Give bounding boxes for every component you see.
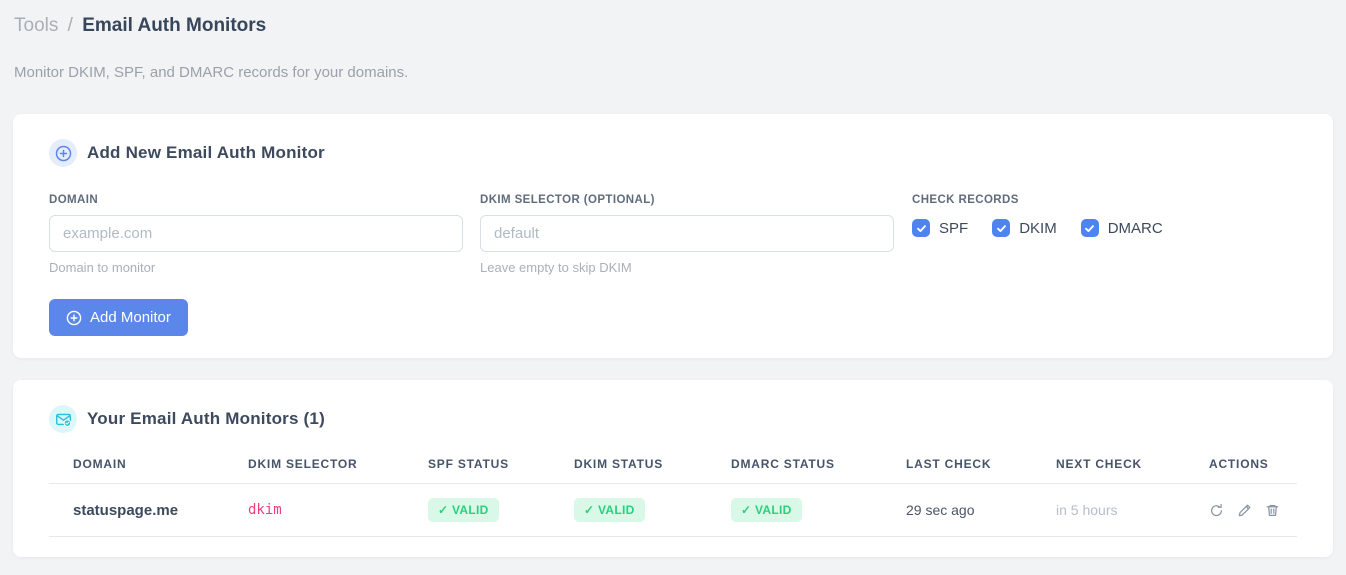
checkbox-dkim-box[interactable] xyxy=(992,219,1011,237)
column-header-actions: ACTIONS xyxy=(1185,447,1297,484)
table-row: statuspage.me dkim ✓ VALID ✓ VALID ✓ VAL… xyxy=(49,483,1297,537)
dkim-status-badge: ✓ VALID xyxy=(574,498,645,522)
envelope-check-icon xyxy=(49,405,77,433)
delete-button[interactable] xyxy=(1265,503,1280,518)
checkbox-dmarc-label: DMARC xyxy=(1107,219,1163,237)
column-header-dkim-selector: DKIM SELECTOR xyxy=(224,447,404,484)
monitors-table: DOMAIN DKIM SELECTOR SPF STATUS DKIM STA… xyxy=(49,447,1297,537)
dkim-selector-input[interactable] xyxy=(480,215,894,252)
add-monitor-card-header: Add New Email Auth Monitor xyxy=(49,139,1297,167)
page-header: Tools / Email Auth Monitors Monitor DKIM… xyxy=(0,0,1346,81)
trash-icon xyxy=(1266,504,1279,516)
dkim-selector-field-label: DKIM SELECTOR (OPTIONAL) xyxy=(480,194,655,206)
column-header-last-check: LAST CHECK xyxy=(882,447,1032,484)
column-header-dkim-status: DKIM STATUS xyxy=(550,447,707,484)
monitors-card-header: Your Email Auth Monitors (1) xyxy=(49,405,1297,433)
plus-circle-icon xyxy=(49,139,77,167)
pencil-icon xyxy=(1238,504,1251,516)
column-header-dmarc-status: DMARC STATUS xyxy=(707,447,882,484)
plus-circle-icon xyxy=(66,310,82,326)
monitor-last-check: 29 sec ago xyxy=(882,483,1032,537)
add-monitor-button-label: Add Monitor xyxy=(90,309,171,326)
spf-status-badge: ✓ VALID xyxy=(428,498,499,522)
checkbox-dmarc-box[interactable] xyxy=(1080,219,1099,237)
dkim-selector-field-hint: Leave empty to skip DKIM xyxy=(480,260,632,275)
monitor-domain: statuspage.me xyxy=(49,483,224,537)
breadcrumb-separator: / xyxy=(67,15,73,36)
column-header-spf-status: SPF STATUS xyxy=(404,447,550,484)
column-header-next-check: NEXT CHECK xyxy=(1032,447,1185,484)
table-header-row: DOMAIN DKIM SELECTOR SPF STATUS DKIM STA… xyxy=(49,447,1297,484)
add-monitor-card: Add New Email Auth Monitor DOMAIN Domain… xyxy=(13,114,1333,358)
refresh-button[interactable] xyxy=(1209,503,1224,518)
checkbox-spf-label: SPF xyxy=(939,219,969,237)
add-monitor-form: DOMAIN Domain to monitor DKIM SELECTOR (… xyxy=(49,194,1297,275)
checkbox-dkim[interactable]: DKIM xyxy=(992,219,1057,237)
monitors-card-title: Your Email Auth Monitors (1) xyxy=(87,409,325,428)
domain-field-hint: Domain to monitor xyxy=(49,260,156,275)
checkbox-dkim-label: DKIM xyxy=(1019,219,1057,237)
check-icon xyxy=(916,224,926,232)
page-subtitle: Monitor DKIM, SPF, and DMARC records for… xyxy=(14,64,409,81)
domain-field-label: DOMAIN xyxy=(49,194,99,206)
monitors-card: Your Email Auth Monitors (1) DOMAIN DKIM… xyxy=(13,380,1333,557)
monitor-dkim-selector: dkim xyxy=(224,483,404,537)
column-header-domain: DOMAIN xyxy=(49,447,224,484)
monitor-next-check: in 5 hours xyxy=(1032,483,1185,537)
check-records-row: SPF DKIM DMARC xyxy=(912,219,1187,237)
breadcrumb-tools-link[interactable]: Tools xyxy=(14,15,58,36)
breadcrumb: Tools / Email Auth Monitors xyxy=(14,12,1332,40)
add-monitor-card-title: Add New Email Auth Monitor xyxy=(87,143,325,162)
row-actions xyxy=(1209,503,1289,518)
checkbox-dmarc[interactable]: DMARC xyxy=(1080,219,1163,237)
check-records-group: CHECK RECORDS SPF DKIM DMARC xyxy=(912,194,1187,237)
page-title: Email Auth Monitors xyxy=(82,15,267,36)
check-icon xyxy=(996,224,1006,232)
domain-field-group: DOMAIN Domain to monitor xyxy=(49,194,463,275)
check-records-label: CHECK RECORDS xyxy=(912,194,1019,206)
checkbox-spf-box[interactable] xyxy=(912,219,930,237)
checkbox-spf[interactable]: SPF xyxy=(912,219,968,237)
domain-input[interactable] xyxy=(49,215,463,252)
add-monitor-button[interactable]: Add Monitor xyxy=(49,299,188,336)
check-icon xyxy=(1085,224,1095,232)
refresh-icon xyxy=(1211,503,1222,516)
edit-button[interactable] xyxy=(1237,503,1252,518)
dkim-selector-field-group: DKIM SELECTOR (OPTIONAL) Leave empty to … xyxy=(480,194,894,275)
dmarc-status-badge: ✓ VALID xyxy=(731,498,802,522)
